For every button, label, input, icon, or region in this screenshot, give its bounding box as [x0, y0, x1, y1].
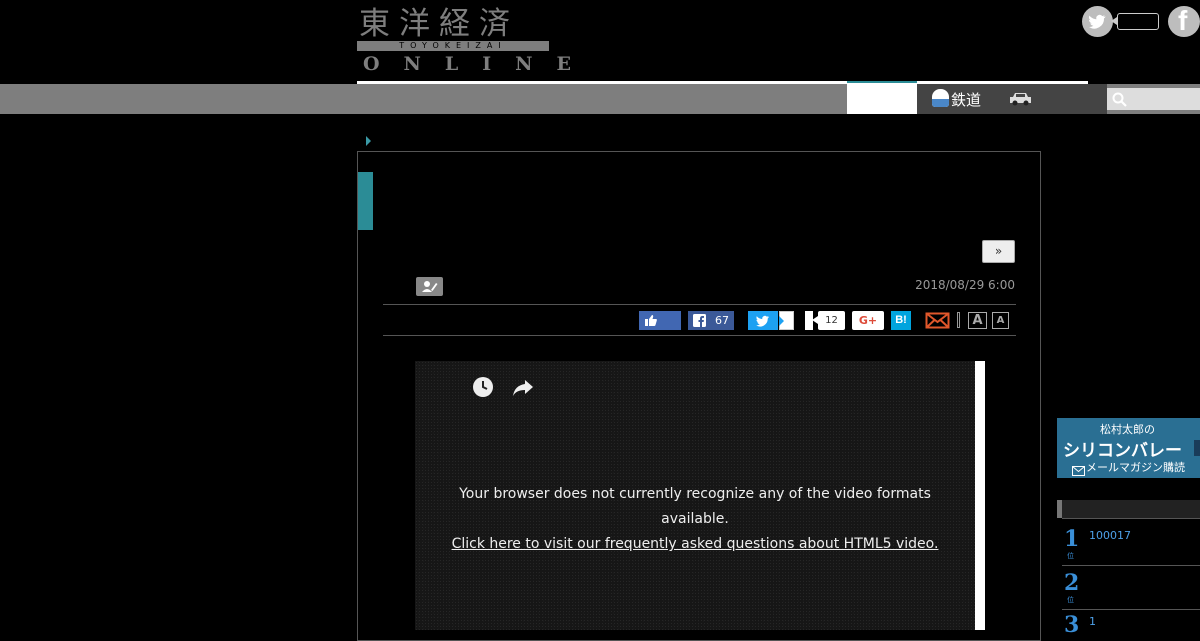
facebook-share-count: 67	[715, 314, 729, 327]
html5-faq-link[interactable]: Click here to visit our frequently asked…	[452, 536, 939, 552]
google-plus-button[interactable]: G+	[852, 311, 884, 330]
twitter-icon[interactable]	[1082, 6, 1113, 37]
publish-date: 2018/08/29 6:00	[915, 278, 1015, 292]
rank-number: 2	[1064, 570, 1080, 596]
divider	[383, 304, 1016, 305]
rank-number: 1	[1064, 526, 1080, 552]
next-page-button[interactable]: »	[982, 240, 1015, 263]
tweet-button[interactable]	[748, 311, 778, 330]
category-marker	[358, 172, 373, 230]
divider	[1062, 518, 1200, 519]
video-message-line2: available.	[661, 511, 729, 527]
facebook-like-button[interactable]	[639, 311, 681, 330]
breadcrumb-arrow-icon	[366, 136, 371, 146]
train-icon[interactable]	[932, 89, 949, 107]
nav-tab-active[interactable]	[847, 81, 917, 114]
nav-item-railway[interactable]: 鉄道	[951, 89, 981, 110]
tweet-count	[779, 311, 794, 330]
video-error-message: Your browser does not currently recogniz…	[415, 482, 975, 557]
divider	[1062, 609, 1200, 610]
video-side-bar	[975, 361, 985, 630]
tweet-count-box	[1117, 13, 1159, 30]
site-logo[interactable]: 東洋経済 TOYOKEIZAI ONLINE	[357, 6, 571, 75]
ranking-item-text: 1	[1089, 615, 1096, 628]
video-message-line1: Your browser does not currently recogniz…	[459, 486, 931, 502]
font-size-small-button[interactable]: A	[992, 312, 1009, 329]
rank-number: 3	[1064, 612, 1080, 638]
car-icon[interactable]	[1009, 91, 1032, 106]
banner-title: シリコンバレー	[1063, 441, 1182, 461]
banner-top-text: 松村太郎の	[1100, 423, 1155, 436]
ranking-item[interactable]: 2 位	[1064, 570, 1080, 604]
ranking-header	[1057, 500, 1200, 518]
search-icon[interactable]	[1112, 92, 1127, 107]
ranking-item[interactable]: 1 位 100017	[1064, 526, 1131, 560]
envelope-icon	[1072, 461, 1085, 478]
watch-later-icon[interactable]	[472, 376, 494, 398]
ranking-item-text: 100017	[1089, 529, 1131, 542]
author-icon[interactable]	[416, 277, 443, 296]
divider	[383, 335, 1016, 336]
facebook-share-button[interactable]: 67	[688, 311, 734, 330]
video-share-icon[interactable]	[511, 377, 535, 397]
logo-band: TOYOKEIZAI	[357, 41, 549, 51]
newsletter-banner[interactable]: 松村太郎の シリコンバレー メールマガジン購読	[1057, 418, 1200, 478]
divider	[1062, 565, 1200, 566]
facebook-icon[interactable]: f	[1168, 6, 1200, 37]
banner-title-end	[1194, 440, 1200, 456]
logo-kanji: 東洋経済	[359, 6, 519, 42]
mail-icon[interactable]	[925, 311, 950, 330]
logo-online: ONLINE	[363, 53, 596, 75]
pocket-count: 12	[818, 311, 845, 330]
banner-subscribe-text: メールマガジン購読	[1086, 461, 1185, 474]
print-button[interactable]	[957, 312, 960, 328]
ranking-item[interactable]: 3 1	[1064, 612, 1096, 638]
font-size-large-button[interactable]: A	[968, 312, 987, 329]
hatena-bookmark-button[interactable]: B!	[891, 311, 911, 330]
